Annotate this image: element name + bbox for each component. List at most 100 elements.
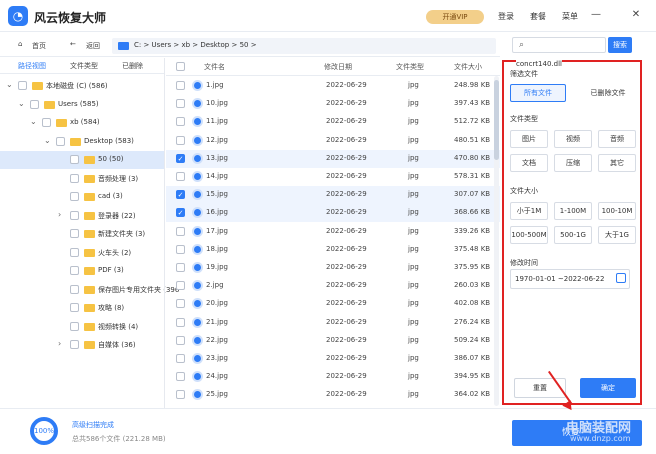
tree-item[interactable]: ⌄ xb (584) <box>0 114 164 132</box>
table-row[interactable]: 10.jpg 2022-06-29 jpg 397.43 KB <box>166 95 500 113</box>
tree-item[interactable]: PDF (3) <box>0 262 164 280</box>
menu-button[interactable]: 菜单 <box>562 11 578 22</box>
tree-item[interactable]: ⌄ 本地磁盘 (C) (586) <box>0 77 164 95</box>
type-video-button[interactable]: 视频 <box>554 130 592 148</box>
tree-item[interactable]: 音频处理 (3) <box>0 170 164 188</box>
row-checkbox[interactable] <box>176 172 185 181</box>
tree-checkbox[interactable] <box>56 136 65 146</box>
table-row[interactable]: 1.jpg 2022-06-29 jpg 248.98 KB <box>166 77 500 95</box>
deleted-files-button[interactable]: 已删除文件 <box>580 84 636 102</box>
select-all-checkbox[interactable] <box>176 62 185 71</box>
table-row[interactable]: 11.jpg 2022-06-29 jpg 512.72 KB <box>166 113 500 131</box>
tree-checkbox[interactable] <box>70 192 79 201</box>
minimize-icon[interactable]: — <box>590 9 602 20</box>
table-row[interactable]: 17.jpg 2022-06-29 jpg 339.26 KB <box>166 223 500 241</box>
col-name[interactable]: 文件名 <box>204 62 225 72</box>
tree-item[interactable]: 保存图片专用文件夹 (396 <box>0 281 179 299</box>
scrollbar-thumb[interactable] <box>494 80 499 160</box>
row-checkbox[interactable] <box>176 354 185 363</box>
tree-item[interactable]: 50 (50) <box>0 151 164 169</box>
path-bar[interactable]: C: > Users > xb > Desktop > 50 > <box>112 38 496 54</box>
chevron-icon[interactable]: ⌄ <box>6 80 13 89</box>
back-button[interactable]: 返回 <box>86 41 100 51</box>
type-image-button[interactable]: 图片 <box>510 130 548 148</box>
size-gt1g-button[interactable]: 大于1G <box>598 226 636 244</box>
tree-checkbox[interactable] <box>70 173 79 183</box>
table-row[interactable]: 23.jpg 2022-06-29 jpg 386.07 KB <box>166 350 500 368</box>
tree-item[interactable]: 新建文件夹 (3) <box>0 225 164 243</box>
row-checkbox[interactable] <box>176 372 185 382</box>
tree-checkbox[interactable] <box>18 81 27 90</box>
tree-checkbox[interactable] <box>70 266 79 275</box>
calendar-icon[interactable] <box>616 273 626 283</box>
date-range-input[interactable]: 1970-01-01 ~2022-06-22 <box>510 269 630 289</box>
tree-checkbox[interactable] <box>70 247 79 257</box>
tree-item[interactable]: ⌄ Desktop (583) <box>0 133 164 151</box>
row-checkbox[interactable] <box>176 81 185 90</box>
table-row[interactable]: ✓ 13.jpg 2022-06-29 jpg 470.80 KB <box>166 149 500 168</box>
tree-checkbox[interactable] <box>70 340 79 349</box>
tree-checkbox[interactable] <box>70 229 79 238</box>
tree-item[interactable]: › 登录器 (22) <box>0 207 164 225</box>
tree-item[interactable]: › 自媒体 (36) <box>0 336 164 354</box>
row-checkbox[interactable] <box>176 135 185 145</box>
row-checkbox[interactable] <box>176 117 185 127</box>
row-checkbox[interactable] <box>176 281 185 291</box>
tree-item[interactable]: cad (3) <box>0 188 164 206</box>
login-button[interactable]: 登录 <box>498 11 514 22</box>
tab-path-view[interactable]: 路径视图 <box>18 61 46 71</box>
tree-item[interactable]: ⌄ Users (585) <box>0 96 164 114</box>
table-row[interactable]: ✓ 15.jpg 2022-06-29 jpg 307.07 KB <box>166 186 500 205</box>
row-checkbox[interactable] <box>176 317 185 327</box>
row-checkbox[interactable] <box>176 299 185 309</box>
table-row[interactable]: ✓ 16.jpg 2022-06-29 jpg 368.66 KB <box>166 204 500 223</box>
type-other-button[interactable]: 其它 <box>598 154 636 172</box>
size-500-1g-button[interactable]: 500-1G <box>554 226 592 244</box>
tab-deleted[interactable]: 已删除 <box>122 61 143 71</box>
tree-checkbox[interactable] <box>70 321 79 331</box>
tree-item[interactable]: 火车头 (2) <box>0 244 164 262</box>
tree-checkbox[interactable] <box>70 303 79 312</box>
size-100-10m-button[interactable]: 100-10M <box>598 202 636 220</box>
size-100-500m-button[interactable]: 100-500M <box>510 226 548 244</box>
home-button[interactable]: 首页 <box>32 41 46 51</box>
table-row[interactable]: 12.jpg 2022-06-29 jpg 480.51 KB <box>166 132 500 150</box>
table-row[interactable]: 20.jpg 2022-06-29 jpg 402.08 KB <box>166 295 500 313</box>
chevron-icon[interactable]: ⌄ <box>44 136 51 145</box>
size-lt1m-button[interactable]: 小于1M <box>510 202 548 220</box>
home-icon[interactable]: ⌂ <box>18 40 22 48</box>
table-row[interactable]: 19.jpg 2022-06-29 jpg 375.95 KB <box>166 259 500 277</box>
tree-item[interactable]: 攻略 (8) <box>0 299 164 317</box>
table-row[interactable]: 22.jpg 2022-06-29 jpg 509.24 KB <box>166 332 500 350</box>
table-row[interactable]: 24.jpg 2022-06-29 jpg 394.95 KB <box>166 368 500 386</box>
search-input[interactable]: ⌕ <box>512 37 606 53</box>
chevron-icon[interactable]: ⌄ <box>18 99 25 108</box>
search-button[interactable]: 搜索 <box>608 37 632 53</box>
size-1-100m-button[interactable]: 1-100M <box>554 202 592 220</box>
package-button[interactable]: 套餐 <box>530 11 546 22</box>
tree-checkbox[interactable] <box>70 284 79 294</box>
row-checkbox[interactable] <box>176 244 185 254</box>
row-checkbox[interactable]: ✓ <box>176 153 185 163</box>
tree-checkbox[interactable] <box>70 210 79 220</box>
type-doc-button[interactable]: 文档 <box>510 154 548 172</box>
table-row[interactable]: 14.jpg 2022-06-29 jpg 578.31 KB <box>166 168 500 186</box>
vip-button[interactable]: 开通VIP <box>426 10 484 24</box>
all-files-button[interactable]: 所有文件 <box>510 84 566 102</box>
table-row[interactable]: 21.jpg 2022-06-29 jpg 276.24 KB <box>166 314 500 332</box>
row-checkbox[interactable] <box>176 226 185 236</box>
chevron-icon[interactable]: › <box>58 210 61 219</box>
col-type[interactable]: 文件类型 <box>396 62 424 72</box>
table-row[interactable]: 18.jpg 2022-06-29 jpg 375.48 KB <box>166 241 500 259</box>
table-row[interactable]: 2.jpg 2022-06-29 jpg 260.03 KB <box>166 277 500 295</box>
row-checkbox[interactable] <box>176 263 185 272</box>
chevron-icon[interactable]: ⌄ <box>30 117 37 126</box>
back-icon[interactable]: ← <box>70 40 76 48</box>
type-audio-button[interactable]: 音频 <box>598 130 636 148</box>
reset-button[interactable]: 重置 <box>514 378 566 398</box>
col-size[interactable]: 文件大小 <box>454 62 482 72</box>
close-icon[interactable]: ✕ <box>630 9 642 20</box>
row-checkbox[interactable]: ✓ <box>176 190 185 200</box>
row-checkbox[interactable] <box>176 390 185 400</box>
row-checkbox[interactable] <box>176 99 185 109</box>
